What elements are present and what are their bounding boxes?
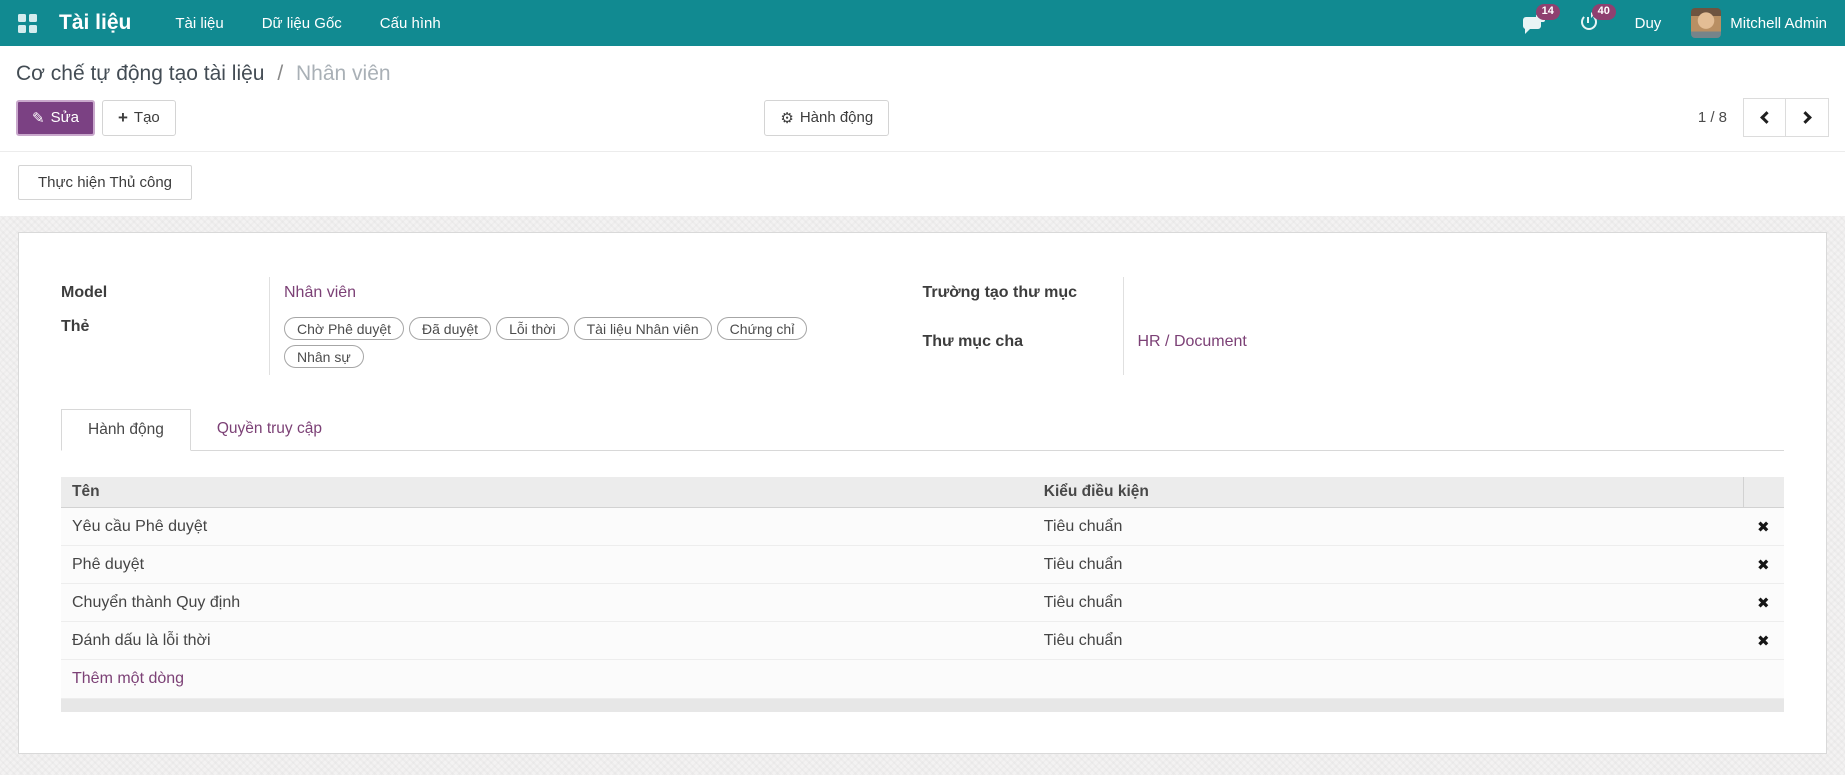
model-field-value: Nhân viên xyxy=(269,277,863,311)
table-row[interactable]: Phê duyệt Tiêu chuẩn ✖ xyxy=(61,546,1784,584)
row-name-cell: Yêu cầu Phê duyệt xyxy=(72,517,208,535)
pager-buttons xyxy=(1743,98,1829,137)
table-footer-strip xyxy=(61,699,1784,712)
table-header-row: Tên Kiểu điều kiện xyxy=(61,477,1784,508)
column-header-name[interactable]: Tên xyxy=(61,477,1033,507)
action-button-label: Hành động xyxy=(799,109,874,126)
top-navbar: Tài liệu Tài liệu Dữ liệu Gốc Cấu hình 1… xyxy=(0,0,1845,46)
folder-field-value xyxy=(1122,277,1785,326)
row-name-cell: Đánh dấu là lỗi thời xyxy=(72,631,211,649)
chevron-right-icon xyxy=(1798,111,1812,124)
delete-row-icon[interactable]: ✖ xyxy=(1743,622,1784,659)
delete-row-icon[interactable]: ✖ xyxy=(1743,584,1784,621)
row-name-cell: Phê duyệt xyxy=(72,555,145,573)
pencil-icon: ✎ xyxy=(32,109,45,127)
tag-pill: Chờ Phê duyệt xyxy=(284,317,405,340)
field-group-left: Model Nhân viên Thẻ Chờ Phê duyệt Đã duy… xyxy=(61,277,923,375)
table-row[interactable]: Yêu cầu Phê duyệt Tiêu chuẩn ✖ xyxy=(61,508,1784,546)
actions-list-table: Tên Kiểu điều kiện Yêu cầu Phê duyệt Tiê… xyxy=(61,477,1784,712)
model-field-label: Model xyxy=(61,284,108,301)
menu-configuration[interactable]: Cấu hình xyxy=(380,9,441,38)
add-row-link[interactable]: Thêm một dòng xyxy=(61,660,1784,699)
user-avatar xyxy=(1691,8,1722,38)
tab-access-rights[interactable]: Quyền truy cập xyxy=(191,409,348,451)
folder-field-label: Trường tạo thư mục xyxy=(922,284,1078,301)
tags-field-value: Chờ Phê duyệt Đã duyệt Lỗi thời Tài liệu… xyxy=(269,311,863,375)
breadcrumb-separator: / xyxy=(277,62,284,85)
tag-pill: Lỗi thời xyxy=(496,317,569,340)
action-menu-button[interactable]: ⚙ Hành động xyxy=(764,99,890,136)
table-row[interactable]: Chuyển thành Quy định Tiêu chuẩn ✖ xyxy=(61,584,1784,622)
tag-pill: Tài liệu Nhân viên xyxy=(573,317,712,340)
control-panel-buttons: ✎ Sửa + Tạo ⚙ Hành động 1 / 8 xyxy=(16,98,1829,151)
add-row-label: Thêm một dòng xyxy=(72,670,185,687)
pager-value: 1 / 8 xyxy=(1697,109,1727,126)
activities-count-badge: 40 xyxy=(1591,4,1616,20)
navbar-right: 14 40 Duy Mitchell Admin xyxy=(1522,4,1827,38)
apps-grid-icon[interactable] xyxy=(18,13,37,33)
pager-previous-button[interactable] xyxy=(1743,98,1786,137)
parent-folder-label: Thư mục cha xyxy=(922,333,1024,350)
main-menu: Tài liệu Dữ liệu Gốc Cấu hình xyxy=(175,9,440,38)
messages-count-badge: 14 xyxy=(1535,4,1560,20)
table-row[interactable]: Đánh dấu là lỗi thời Tiêu chuẩn ✖ xyxy=(61,622,1784,660)
breadcrumb-current: Nhân viên xyxy=(296,62,391,85)
action-menu-area: ⚙ Hành động xyxy=(66,99,1588,136)
row-condition-cell: Tiêu chuẩn xyxy=(1043,593,1123,611)
app-title[interactable]: Tài liệu xyxy=(59,11,131,35)
control-panel: Cơ chế tự động tạo tài liệu / Nhân viên … xyxy=(0,46,1845,152)
row-condition-cell: Tiêu chuẩn xyxy=(1043,555,1123,573)
form-statusbar: Thực hiện Thủ công xyxy=(0,152,1845,216)
tab-actions[interactable]: Hành động xyxy=(61,409,191,451)
breadcrumb-parent[interactable]: Cơ chế tự động tạo tài liệu xyxy=(16,62,264,85)
parent-folder-value: HR / Document xyxy=(1122,326,1785,375)
column-header-condition-type[interactable]: Kiểu điều kiện xyxy=(1033,477,1743,507)
tag-pill: Đã duyệt xyxy=(409,317,492,340)
tag-pill: Nhân sự xyxy=(284,345,364,368)
pager-next-button[interactable] xyxy=(1786,98,1829,137)
row-condition-cell: Tiêu chuẩn xyxy=(1043,631,1123,649)
parent-folder-link[interactable]: HR / Document xyxy=(1138,333,1247,350)
menu-master-data[interactable]: Dữ liệu Gốc xyxy=(262,9,342,38)
delete-row-icon[interactable]: ✖ xyxy=(1743,508,1784,545)
model-value-link[interactable]: Nhân viên xyxy=(284,284,356,301)
messages-icon[interactable]: 14 xyxy=(1522,4,1560,34)
activities-icon[interactable]: 40 xyxy=(1579,4,1616,34)
chat-bubble-icon xyxy=(1522,14,1545,34)
tag-pill: Chứng chỉ xyxy=(716,317,808,340)
delete-column-header xyxy=(1742,477,1784,507)
chevron-left-icon xyxy=(1760,111,1773,124)
user-name: Mitchell Admin xyxy=(1730,14,1827,32)
gear-icon: ⚙ xyxy=(780,109,794,127)
tag-list: Chờ Phê duyệt Đã duyệt Lỗi thời Tài liệu… xyxy=(284,317,863,368)
manual-run-button[interactable]: Thực hiện Thủ công xyxy=(18,165,193,200)
tags-field-label: Thẻ xyxy=(61,318,90,335)
delete-row-icon[interactable]: ✖ xyxy=(1743,546,1784,583)
pager: 1 / 8 xyxy=(1698,98,1829,137)
form-view-background: Model Nhân viên Thẻ Chờ Phê duyệt Đã duy… xyxy=(0,216,1845,775)
field-groups: Model Nhân viên Thẻ Chờ Phê duyệt Đã duy… xyxy=(61,277,1784,375)
breadcrumb: Cơ chế tự động tạo tài liệu / Nhân viên xyxy=(16,56,1829,98)
row-condition-cell: Tiêu chuẩn xyxy=(1043,517,1123,535)
field-group-right: Trường tạo thư mục Thư mục cha HR / Docu… xyxy=(923,277,1785,375)
company-switcher[interactable]: Duy xyxy=(1635,15,1662,32)
notebook-tabs: Hành động Quyền truy cập xyxy=(61,409,1784,451)
user-menu[interactable]: Mitchell Admin xyxy=(1691,8,1827,38)
row-name-cell: Chuyển thành Quy định xyxy=(72,593,241,611)
menu-documents[interactable]: Tài liệu xyxy=(175,9,223,38)
form-sheet: Model Nhân viên Thẻ Chờ Phê duyệt Đã duy… xyxy=(18,232,1827,754)
